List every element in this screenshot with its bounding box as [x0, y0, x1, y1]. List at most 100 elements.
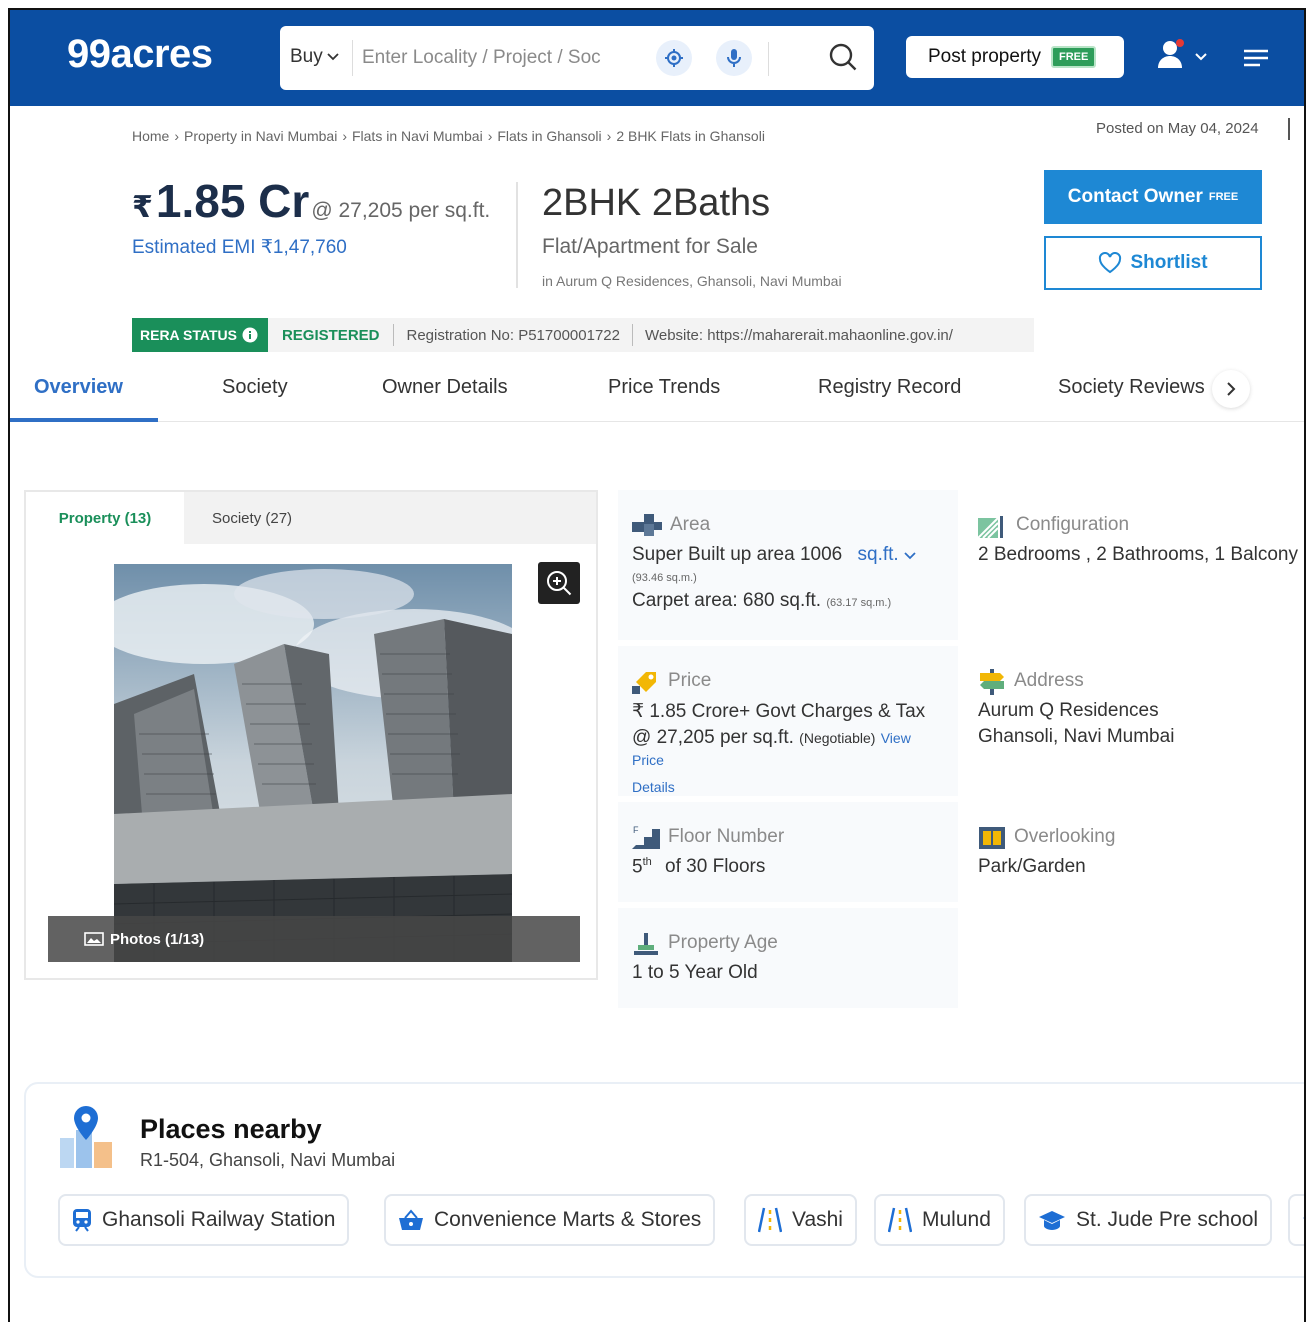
top-navbar: 99acres Buy Post property FREE [10, 10, 1304, 106]
tab-overview[interactable]: Overview [34, 376, 123, 399]
zoom-in-icon [547, 571, 572, 596]
train-icon [73, 1209, 91, 1232]
tab-society[interactable]: Society [222, 376, 288, 399]
breadcrumb-item[interactable]: Property in Navi Mumbai [184, 128, 337, 144]
breadcrumb-item[interactable]: Flats in Navi Mumbai [352, 128, 483, 144]
price-detail-value: ₹ 1.85 Crore+ Govt Charges & Tax [632, 701, 926, 722]
places-nearby-icon [60, 1106, 112, 1168]
detail-floor: F Floor Number 5th of 30 Floors [618, 802, 958, 902]
voice-search-button[interactable] [716, 40, 752, 76]
breadcrumb-item[interactable]: 2 BHK Flats in Ghansoli [616, 128, 765, 144]
places-nearby-title: Places nearby [140, 1114, 322, 1144]
tab-owner-details[interactable]: Owner Details [382, 376, 508, 399]
info-icon[interactable] [242, 327, 258, 343]
address-label-row: Address [978, 666, 1290, 696]
property-age-value: 1 to 5 Year Old [632, 962, 758, 983]
area-unit: sq.ft. [857, 544, 899, 565]
super-built-up-area: Super Built up area 1006 [632, 544, 843, 565]
tabs-next-button[interactable] [1212, 370, 1250, 408]
tab-society-reviews[interactable]: Society Reviews [1058, 376, 1205, 399]
graduation-cap-icon [1303, 1217, 1304, 1219]
chevron-right-icon [1227, 382, 1236, 396]
carpet-area-row: Carpet area: 680 sq.ft. (63.17 sq.m.) [632, 590, 944, 612]
zoom-in-button[interactable] [538, 562, 580, 604]
divider [352, 40, 353, 76]
overlooking-label: Overlooking [1014, 826, 1116, 847]
hamburger-menu-icon[interactable] [1242, 48, 1270, 73]
breadcrumb-item[interactable]: Home [132, 128, 169, 144]
post-property-label: Post property [928, 46, 1041, 67]
gallery-tab-property[interactable]: Property (13) [26, 492, 184, 544]
listing-location: in Aurum Q Residences, Ghansoli, Navi Mu… [542, 273, 842, 289]
detail-address: Address Aurum Q Residences Ghansoli, Nav… [964, 646, 1304, 796]
user-menu[interactable] [1156, 38, 1212, 79]
breadcrumb: Home › Property in Navi Mumbai › Flats in … [132, 128, 765, 144]
place-chip[interactable]: Ghansoli Railway Station [58, 1194, 350, 1246]
floor-value-row: 5th of 30 Floors [632, 856, 944, 878]
svg-text:F: F [633, 825, 639, 835]
place-chip[interactable]: Convenience Marts & Stores [384, 1194, 716, 1246]
places-nearby-address: R1-504, Ghansoli, Navi Mumbai [140, 1150, 396, 1170]
negotiable-tag: (Negotiable) [799, 730, 876, 746]
place-chip-label: Convenience Marts & Stores [434, 1208, 702, 1231]
post-property-button[interactable]: Post property FREE [906, 36, 1124, 78]
logo[interactable]: 99acres [67, 32, 213, 77]
search-input[interactable] [362, 40, 632, 76]
chevron-down-icon [327, 53, 339, 61]
place-chip[interactable]: Mulund [874, 1194, 1005, 1246]
search-icon[interactable] [826, 40, 860, 74]
image-icon [84, 932, 104, 946]
estimated-emi-link[interactable]: Estimated EMI ₹1,47,760 [132, 236, 490, 259]
place-chip-partial[interactable] [1288, 1194, 1304, 1246]
buy-dropdown[interactable]: Buy [290, 46, 339, 68]
breadcrumb-item[interactable]: Flats in Ghansoli [497, 128, 601, 144]
rera-status-label: RERA STATUS [140, 327, 237, 343]
signpost-icon [980, 669, 1004, 695]
rera-website[interactable]: Website: https://maharerait.mahaonline.g… [633, 327, 965, 344]
breadcrumb-sep: › [174, 128, 180, 144]
property-age-label-row: Property Age [632, 928, 944, 958]
contact-owner-label: Contact Owner [1067, 186, 1203, 207]
shortlist-button[interactable]: Shortlist [1044, 236, 1262, 290]
place-chip-label: Ghansoli Railway Station [102, 1208, 336, 1231]
place-chip[interactable]: Vashi [744, 1194, 857, 1246]
places-nearby-card: Places nearby R1-504, Ghansoli, Navi Mum… [24, 1082, 1304, 1278]
gallery-tab-society[interactable]: Society (27) [212, 492, 292, 544]
contact-owner-button[interactable]: Contact Owner FREE [1044, 170, 1262, 224]
shopping-basket-icon [399, 1209, 423, 1230]
price-detail-sqft: @ 27,205 per sq.ft. [632, 727, 794, 748]
building-photo-image [114, 564, 512, 962]
photo-counter-bar[interactable]: Photos (1/13) [48, 916, 580, 962]
configuration-label: Configuration [1016, 514, 1130, 535]
locate-button[interactable] [656, 40, 692, 76]
rera-row: RERA STATUS REGISTERED Registration No: … [132, 318, 1034, 352]
area-unit-dropdown[interactable]: sq.ft. [858, 544, 916, 565]
price-details-link[interactable]: Details [632, 779, 944, 795]
place-chip[interactable]: St. Jude Pre school [1024, 1194, 1273, 1246]
posted-date: Posted on May 04, 2024 [1096, 120, 1259, 137]
price-detail-sqft-row: @ 27,205 per sq.ft. (Negotiable) View Pr… [632, 727, 944, 771]
divider [516, 182, 518, 288]
rera-status-badge: RERA STATUS [132, 318, 268, 352]
area-label-row: Area [632, 510, 944, 540]
breadcrumb-sep: › [487, 128, 493, 144]
detail-area: Area Super Built up area 1006 sq.ft. (93… [618, 490, 958, 640]
property-photo[interactable] [114, 564, 512, 962]
price-section: ₹ 1.85 Cr @ 27,205 per sq.ft. Estimated … [132, 174, 490, 259]
detail-price: Price ₹ 1.85 Crore+ Govt Charges & Tax @… [618, 646, 958, 796]
photo-gallery: Property (13) Society (27) Photos (1/13) [24, 490, 598, 980]
tab-registry-record[interactable]: Registry Record [818, 376, 961, 399]
tab-price-trends[interactable]: Price Trends [608, 376, 720, 399]
floor-ordinal: th [642, 856, 652, 868]
address-label: Address [1014, 670, 1084, 691]
divider [1288, 118, 1290, 140]
microphone-icon [727, 49, 741, 67]
property-age-label: Property Age [668, 932, 778, 953]
user-icon [1158, 39, 1207, 68]
gallery-tabs: Property (13) Society (27) [26, 492, 596, 544]
address-line-1: Aurum Q Residences [978, 700, 1159, 721]
graduation-cap-icon [1039, 1211, 1065, 1230]
property-age-icon [634, 933, 658, 955]
price-tag-icon [632, 672, 656, 694]
area-icon [632, 514, 662, 536]
